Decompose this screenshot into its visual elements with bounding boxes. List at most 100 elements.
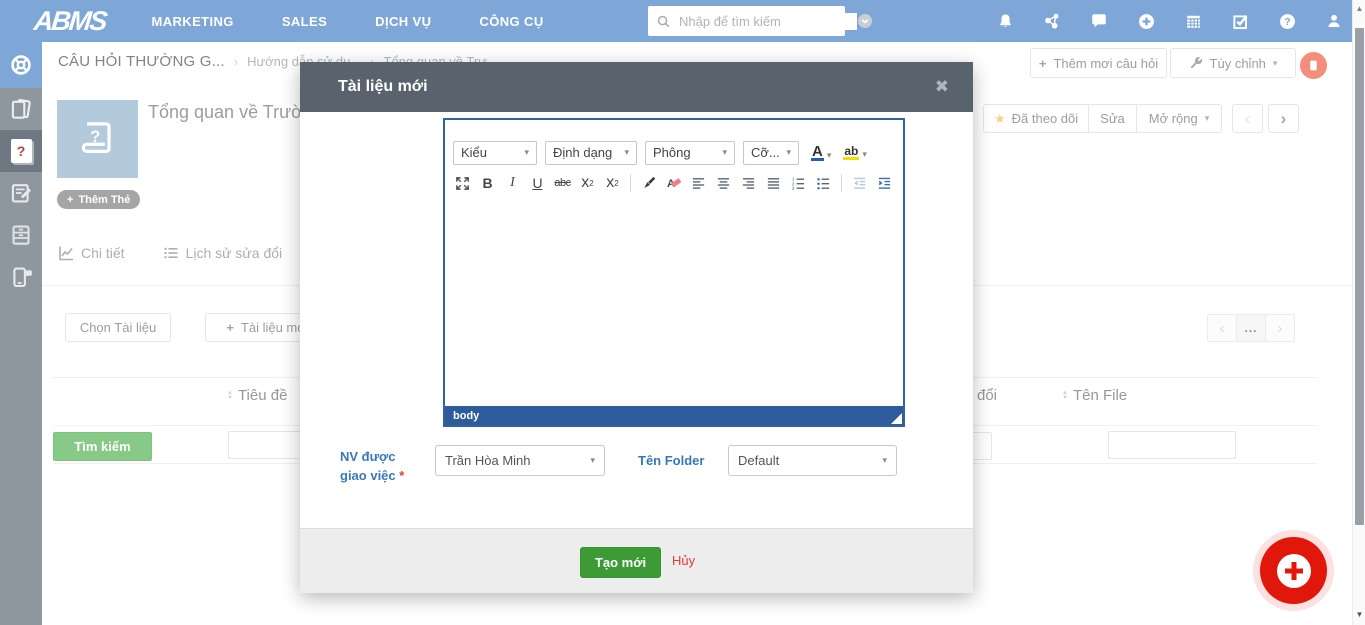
folder-select[interactable]: Default ▾ xyxy=(728,445,897,476)
format-select[interactable]: Định dạng ▾ xyxy=(545,141,637,165)
menu-sales[interactable]: SALES xyxy=(258,14,351,29)
size-select[interactable]: Cỡ... ▾ xyxy=(743,141,799,165)
close-icon[interactable]: ✖ xyxy=(935,77,949,97)
main-menu: MARKETING SALES DỊCH VỤ CÔNG CỤ xyxy=(128,14,568,29)
assignee-select-value: Trần Hòa Minh xyxy=(445,453,531,468)
chevron-down-icon: ▾ xyxy=(862,149,867,160)
editor-path-bar: body xyxy=(445,406,903,425)
top-navbar: ABMS MARKETING SALES DỊCH VỤ CÔNG CỤ xyxy=(0,0,1365,42)
archive-icon xyxy=(9,223,33,247)
toolbar-separator xyxy=(630,174,631,192)
chevron-down-icon: ▾ xyxy=(786,147,791,158)
help-icon[interactable]: ? xyxy=(1278,12,1296,30)
left-sidebar: ? xyxy=(0,42,42,625)
user-icon[interactable] xyxy=(1325,12,1343,30)
folder-select-value: Default xyxy=(738,453,779,468)
plus-icon xyxy=(1277,554,1311,588)
assignee-label: NV được giao việc * xyxy=(340,447,435,485)
create-button[interactable]: Tạo mới xyxy=(580,547,661,578)
sidebar-item-archive[interactable] xyxy=(0,214,42,256)
highlight-letters: ab xyxy=(843,145,859,160)
superscript-button[interactable]: x2 xyxy=(601,171,624,195)
life-ring-icon xyxy=(9,53,33,77)
faq-book-icon: ? xyxy=(11,139,32,163)
page-scrollbar[interactable]: ▲ ▼ xyxy=(1352,0,1365,625)
bullet-list-icon[interactable] xyxy=(812,171,835,195)
text-color-button[interactable]: A ▾ xyxy=(811,145,831,161)
search-scope-icon[interactable] xyxy=(857,13,873,29)
navbar-icons: ? xyxy=(996,0,1343,42)
note-edit-icon xyxy=(9,181,33,205)
chat-icon[interactable] xyxy=(1090,12,1108,30)
menu-marketing[interactable]: MARKETING xyxy=(128,14,258,29)
indent-icon[interactable] xyxy=(873,171,896,195)
menu-dich-vu[interactable]: DỊCH VỤ xyxy=(351,14,455,29)
bold-button[interactable]: B xyxy=(476,171,499,195)
scroll-up-icon[interactable]: ▲ xyxy=(1353,4,1365,13)
cards-icon xyxy=(9,97,33,121)
assignee-select[interactable]: Trần Hòa Minh ▾ xyxy=(435,445,605,476)
menu-cong-cu[interactable]: CÔNG CỤ xyxy=(455,14,567,29)
underline-button[interactable]: U xyxy=(526,171,549,195)
required-mark: * xyxy=(399,468,404,483)
format-select-value: Định dạng xyxy=(553,145,612,160)
sidebar-item-faq[interactable]: ? xyxy=(0,130,42,172)
svg-text:?: ? xyxy=(1284,17,1290,28)
strikethrough-button[interactable]: abc xyxy=(551,171,574,195)
maximize-icon[interactable] xyxy=(451,171,474,195)
global-search xyxy=(648,6,845,36)
svg-text:3: 3 xyxy=(792,186,795,191)
align-right-icon[interactable] xyxy=(737,171,760,195)
chevron-down-icon: ▾ xyxy=(827,150,832,161)
calendar-icon[interactable] xyxy=(1184,12,1202,30)
chevron-down-icon: ▾ xyxy=(590,455,595,466)
align-center-icon[interactable] xyxy=(712,171,735,195)
text-color-letter: A xyxy=(811,145,824,161)
bell-icon[interactable] xyxy=(996,12,1014,30)
scroll-down-icon[interactable]: ▼ xyxy=(1353,610,1365,619)
copy-format-icon[interactable] xyxy=(637,171,660,195)
font-select[interactable]: Phông ▾ xyxy=(645,141,735,165)
cluster-icon[interactable] xyxy=(1043,12,1061,30)
highlight-color-button[interactable]: ab ▾ xyxy=(843,145,867,160)
modal-title: Tài liệu mới xyxy=(338,78,935,96)
search-icon xyxy=(656,14,671,29)
resize-grip-icon[interactable] xyxy=(891,413,902,424)
editor-toolbar-row-clipped xyxy=(445,120,903,137)
chevron-down-icon: ▾ xyxy=(882,455,887,466)
abms-logo[interactable]: ABMS xyxy=(32,6,107,37)
outdent-icon[interactable] xyxy=(848,171,871,195)
subscript-button[interactable]: x2 xyxy=(576,171,599,195)
editor-content-area[interactable] xyxy=(445,198,903,406)
plus-circle-icon[interactable] xyxy=(1137,12,1155,30)
style-select[interactable]: Kiểu ▾ xyxy=(453,141,537,165)
size-select-value: Cỡ... xyxy=(751,145,780,160)
quick-create-fab[interactable] xyxy=(1260,537,1327,604)
editor-path-label[interactable]: body xyxy=(453,410,479,422)
folder-label: Tên Folder xyxy=(638,451,704,470)
sidebar-item-notes[interactable] xyxy=(0,172,42,214)
editor-toolbar-row-3: B I U abc x2 x2 A xyxy=(445,168,903,198)
app-window: ABMS MARKETING SALES DỊCH VỤ CÔNG CỤ xyxy=(0,0,1365,625)
sidebar-item-sms[interactable] xyxy=(0,256,42,298)
font-select-value: Phông xyxy=(653,145,691,160)
scrollbar-thumb[interactable] xyxy=(1355,28,1364,525)
search-input[interactable] xyxy=(677,13,857,30)
phone-sms-icon xyxy=(9,265,33,289)
sidebar-item-support[interactable] xyxy=(0,42,42,88)
justify-icon[interactable] xyxy=(762,171,785,195)
chevron-down-icon: ▾ xyxy=(722,147,727,158)
toolbar-separator xyxy=(841,174,842,192)
remove-format-icon[interactable]: A xyxy=(662,171,685,195)
check-square-icon[interactable] xyxy=(1231,12,1249,30)
sidebar-item-cards[interactable] xyxy=(0,88,42,130)
modal-footer: Tạo mới Hủy xyxy=(300,528,973,593)
style-select-value: Kiểu xyxy=(461,145,487,160)
cancel-link[interactable]: Hủy xyxy=(672,553,695,568)
align-left-icon[interactable] xyxy=(687,171,710,195)
create-label: Tạo mới xyxy=(595,555,646,570)
cancel-label: Hủy xyxy=(672,553,695,568)
ordered-list-icon[interactable]: 123 xyxy=(787,171,810,195)
chevron-down-icon: ▾ xyxy=(524,147,529,158)
italic-button[interactable]: I xyxy=(501,171,524,195)
